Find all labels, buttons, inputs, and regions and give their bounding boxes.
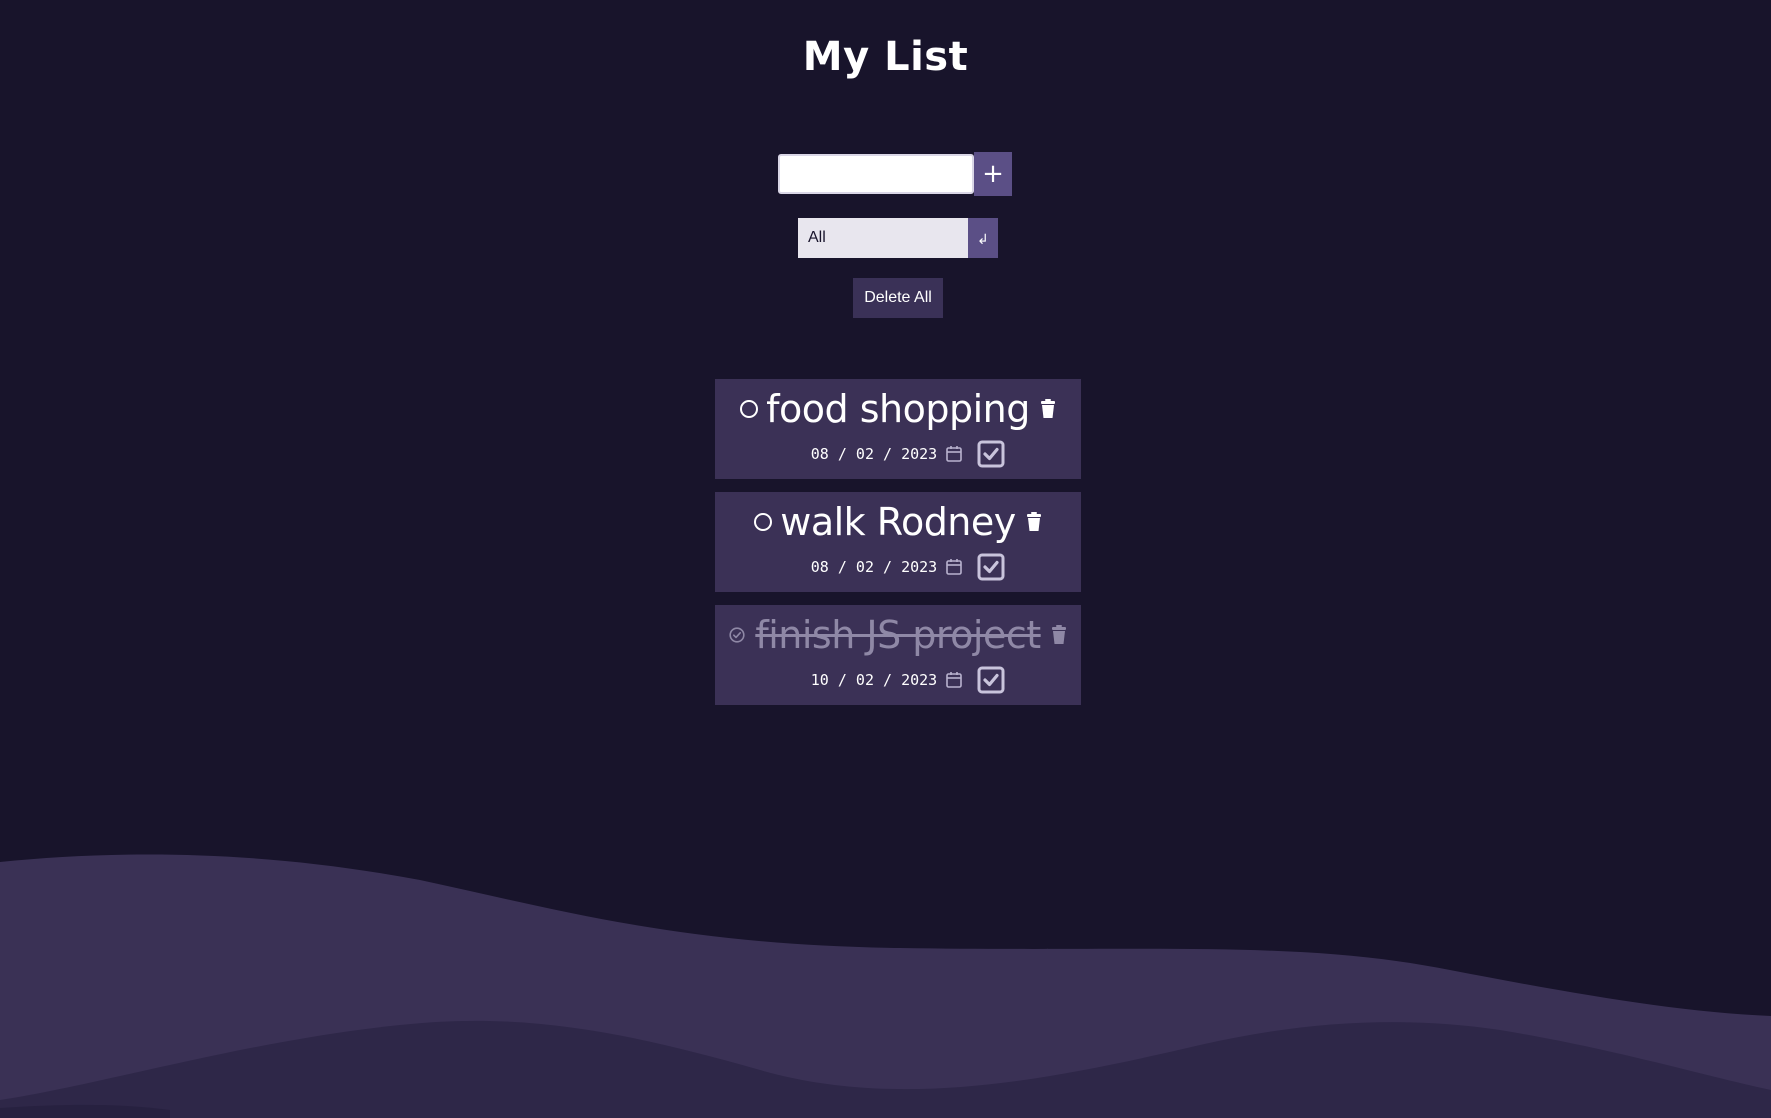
todo-input[interactable] — [778, 154, 974, 194]
date-input[interactable]: 08 / 02 / 2023 — [811, 445, 937, 463]
date-input[interactable]: 10 / 02 / 2023 — [811, 671, 937, 689]
add-todo-button[interactable]: + — [974, 152, 1012, 196]
todo-header: walk Rodney — [715, 492, 1081, 550]
checkbox-icon[interactable] — [977, 666, 1005, 694]
todo-footer: 08 / 02 / 2023 — [715, 437, 1081, 471]
todo-text: food shopping — [766, 387, 1030, 431]
check-circle-icon[interactable] — [729, 627, 745, 643]
trash-icon[interactable] — [1051, 625, 1067, 645]
checkbox-icon[interactable] — [977, 553, 1005, 581]
todo-item: food shopping 08 / 02 / 2023 — [715, 379, 1081, 479]
filter-submit-button[interactable]: ↲ — [968, 218, 998, 258]
todo-footer: 10 / 02 / 2023 — [715, 663, 1081, 697]
todo-text: walk Rodney — [780, 500, 1016, 544]
calendar-icon[interactable] — [945, 671, 963, 689]
todo-item: finish JS project 10 / 02 / 2023 — [715, 605, 1081, 705]
trash-icon[interactable] — [1040, 399, 1056, 419]
date-input[interactable]: 08 / 02 / 2023 — [811, 558, 937, 576]
filter-form: All ↲ — [798, 218, 998, 258]
filter-select[interactable]: All — [798, 218, 968, 258]
calendar-icon[interactable] — [945, 558, 963, 576]
circle-icon[interactable] — [740, 400, 759, 418]
circle-icon[interactable] — [754, 513, 773, 531]
delete-all-button[interactable]: Delete All — [853, 278, 943, 318]
checkbox-icon[interactable] — [977, 440, 1005, 468]
todo-item: walk Rodney 08 / 02 / 2023 — [715, 492, 1081, 592]
calendar-icon[interactable] — [945, 445, 963, 463]
todo-header: finish JS project — [715, 605, 1081, 663]
page-title: My List — [802, 34, 969, 80]
todo-header: food shopping — [715, 379, 1081, 437]
todo-list: food shopping 08 / 02 / 2023 walk Rodney… — [715, 379, 1081, 718]
add-todo-form: + — [778, 152, 1012, 196]
app-page: My List + All ↲ Delete All food shopping… — [0, 0, 1771, 1118]
trash-icon[interactable] — [1026, 512, 1042, 532]
todo-footer: 08 / 02 / 2023 — [715, 550, 1081, 584]
todo-text: finish JS project — [755, 613, 1041, 657]
